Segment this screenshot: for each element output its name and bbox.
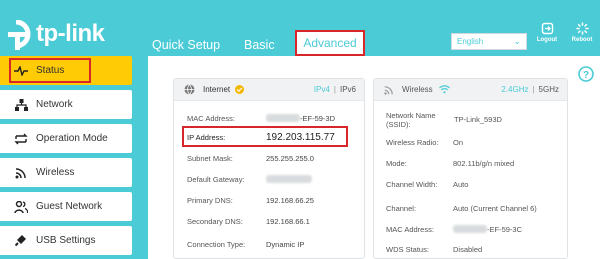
sidebar-item-guest-network[interactable]: Guest Network: [0, 192, 132, 221]
channel-width-row: Channel Width: Auto: [386, 180, 468, 189]
language-value: English: [457, 37, 484, 46]
primary-dns-value: 192.168.66.25: [266, 196, 314, 205]
wireless-mac-redacted: [453, 225, 487, 233]
connection-type-value: Dynamic IP: [266, 240, 305, 249]
wireless-mac-label: MAC Address:: [386, 225, 434, 234]
wireless-radio-row: Wireless Radio: On: [386, 138, 463, 147]
chevron-down-icon: ⌄: [513, 36, 521, 46]
sidebar-item-operation-mode[interactable]: Operation Mode: [0, 124, 132, 153]
status-highlight-box: [9, 58, 91, 83]
swap-icon: [6, 133, 36, 145]
sidebar-item-status[interactable]: Status: [0, 56, 132, 85]
mac-address-value: -EF-59-3D: [300, 114, 336, 123]
wireless-radio-value: On: [453, 138, 464, 147]
tab-basic[interactable]: Basic: [244, 38, 275, 52]
channel-value: Auto (Current Channel 6): [453, 204, 537, 213]
tab-ipv4[interactable]: IPv4: [314, 85, 330, 94]
check-circle-icon: [235, 85, 245, 94]
wds-status-label: WDS Status:: [386, 245, 429, 254]
users-icon: [6, 200, 36, 213]
wds-status-row: WDS Status: Disabled: [386, 245, 482, 254]
gateway-redacted: [266, 175, 312, 183]
internet-card: Internet IPv4 | IPv6: [173, 78, 365, 259]
secondary-dns-value: 192.168.66.1: [266, 217, 310, 226]
secondary-dns-label: Secondary DNS:: [187, 217, 243, 226]
mode-value: 802.11b/g/n mixed: [453, 159, 515, 168]
channel-row: Channel: Auto (Current Channel 6): [386, 204, 537, 213]
mac-address-row: MAC Address: -EF-59-3D: [187, 114, 335, 123]
sidebar-item-label: USB Settings: [36, 235, 96, 246]
tp-link-logo: tp-link: [6, 20, 105, 50]
primary-dns-row: Primary DNS: 192.168.66.25: [187, 196, 314, 205]
logout-button[interactable]: Logout: [531, 22, 563, 43]
wireless-title: Wireless: [402, 85, 433, 94]
tab-ipv6[interactable]: IPv6: [340, 85, 356, 94]
wds-status-value: Disabled: [453, 245, 483, 254]
svg-text:?: ?: [583, 70, 589, 81]
channel-width-label: Channel Width:: [386, 180, 438, 189]
network-icon: [6, 98, 36, 111]
secondary-dns-row: Secondary DNS: 192.168.66.1: [187, 217, 310, 226]
ssid-value: TP-Link_593D: [454, 115, 502, 124]
wireless-icon: [384, 85, 393, 95]
tab-advanced[interactable]: Advanced: [295, 30, 365, 56]
subnet-mask-row: Subnet Mask: 255.255.255.0: [187, 154, 314, 163]
ssid-row: Network Name (SSID): TP-Link_593D: [386, 111, 502, 129]
logo-text: tp-link: [36, 20, 105, 47]
tab-quick-setup[interactable]: Quick Setup: [152, 38, 220, 52]
channel-width-value: Auto: [453, 180, 469, 189]
wifi-signal-icon: [438, 85, 450, 94]
mac-redacted: [266, 114, 300, 122]
tab-5ghz[interactable]: 5GHz: [539, 85, 559, 94]
connection-type-label: Connection Type:: [187, 240, 246, 249]
ip-highlight-box: [182, 126, 348, 147]
ssid-label: Network Name (SSID):: [386, 111, 436, 129]
globe-icon: [184, 84, 195, 95]
sidebar-item-label: Wireless: [36, 167, 75, 178]
wireless-card-header: Wireless 2.4GHz | 5GHz: [374, 79, 567, 101]
channel-label: Channel:: [386, 204, 417, 213]
internet-title: Internet: [203, 85, 231, 94]
connection-type-row: Connection Type: Dynamic IP: [187, 240, 304, 249]
sidebar-item-network[interactable]: Network: [0, 90, 132, 119]
help-icon[interactable]: ?: [578, 66, 594, 87]
internet-card-header: Internet IPv4 | IPv6: [174, 79, 364, 101]
language-select[interactable]: English ⌄: [451, 33, 527, 50]
wireless-mac-row: MAC Address: -EF-59-3C: [386, 225, 522, 234]
sidebar-item-label: Guest Network: [36, 201, 103, 212]
reboot-button[interactable]: Reboot: [566, 22, 598, 43]
tab-2-4ghz[interactable]: 2.4GHz: [501, 85, 528, 94]
default-gateway-label: Default Gateway:: [187, 175, 245, 184]
reboot-label: Reboot: [571, 37, 593, 43]
reboot-icon: [575, 22, 589, 35]
wireless-radio-label: Wireless Radio:: [386, 138, 439, 147]
mac-address-label: MAC Address:: [187, 114, 235, 123]
sidebar-item-wireless[interactable]: Wireless: [0, 158, 132, 187]
subnet-mask-value: 255.255.255.0: [266, 154, 314, 163]
tp-link-logo-icon: [8, 20, 31, 50]
mode-row: Mode: 802.11b/g/n mixed: [386, 159, 514, 168]
sidebar: Status Network Operation Mode Wireless G…: [0, 56, 132, 259]
sidebar-item-label: Network: [36, 99, 73, 110]
wifi-icon: [6, 167, 36, 179]
usb-icon: [6, 234, 36, 247]
default-gateway-row: Default Gateway:: [187, 175, 312, 184]
mode-label: Mode:: [386, 159, 407, 168]
logout-label: Logout: [536, 37, 558, 43]
sidebar-item-usb-settings[interactable]: USB Settings: [0, 226, 132, 255]
wireless-mac-value: -EF-59-3C: [487, 225, 523, 234]
subnet-mask-label: Subnet Mask:: [187, 154, 233, 163]
logout-icon: [541, 22, 553, 35]
primary-dns-label: Primary DNS:: [187, 196, 233, 205]
sidebar-item-label: Operation Mode: [36, 133, 108, 144]
